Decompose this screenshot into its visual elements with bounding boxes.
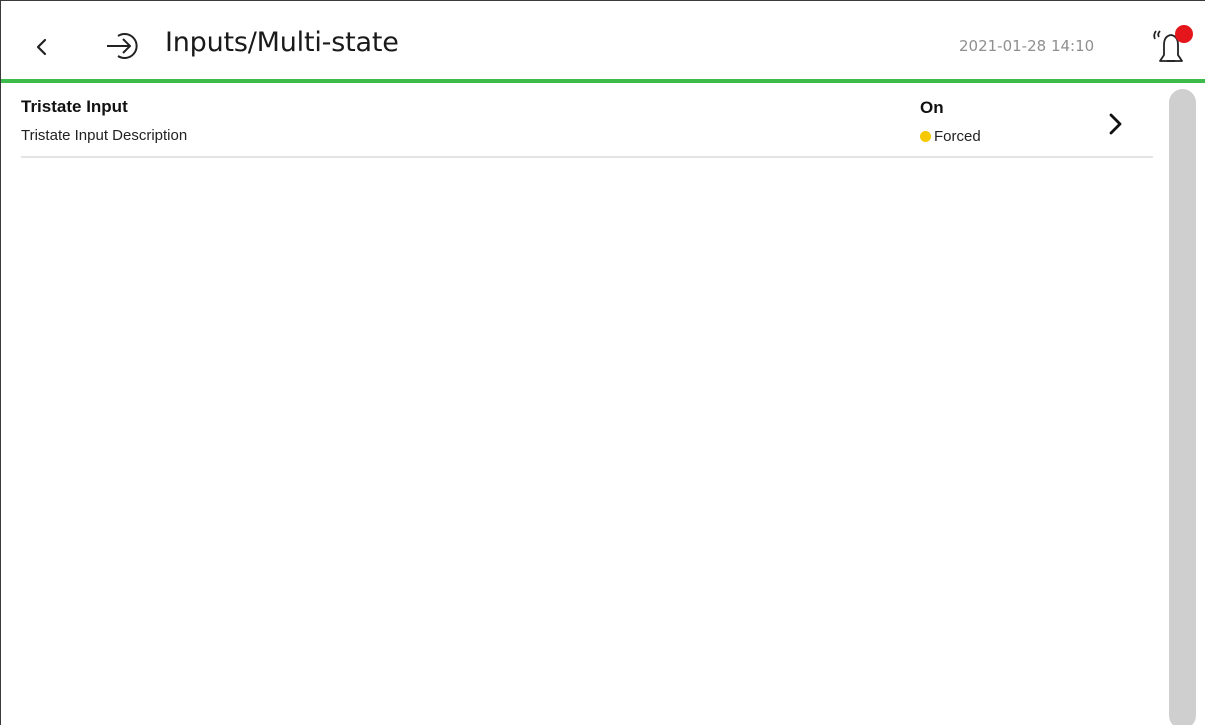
app-screen: Inputs/Multi-state 2021-01-28 14:10 Tris…	[0, 0, 1205, 725]
chevron-left-icon	[36, 38, 47, 56]
page-title: Inputs/Multi-state	[165, 27, 399, 58]
chevron-right-icon[interactable]	[1104, 109, 1128, 139]
status-label: Forced	[934, 128, 981, 145]
status-dot-icon	[920, 131, 931, 142]
item-value: On	[920, 98, 944, 117]
item-name: Tristate Input	[21, 97, 128, 116]
alarm-button[interactable]	[1145, 21, 1195, 65]
input-arrow-icon	[107, 33, 138, 59]
list-item[interactable]: Tristate Input Tristate Input Descriptio…	[21, 93, 1153, 158]
item-description: Tristate Input Description	[21, 127, 188, 144]
item-status: Forced	[920, 128, 981, 145]
back-button[interactable]	[27, 27, 57, 67]
header-accent-line	[1, 79, 1205, 83]
scrollbar[interactable]	[1169, 89, 1196, 725]
alarm-bell-icon	[1153, 25, 1193, 62]
datetime-display: 2021-01-28 14:10	[959, 37, 1095, 55]
header-bar: Inputs/Multi-state 2021-01-28 14:10	[1, 1, 1205, 79]
